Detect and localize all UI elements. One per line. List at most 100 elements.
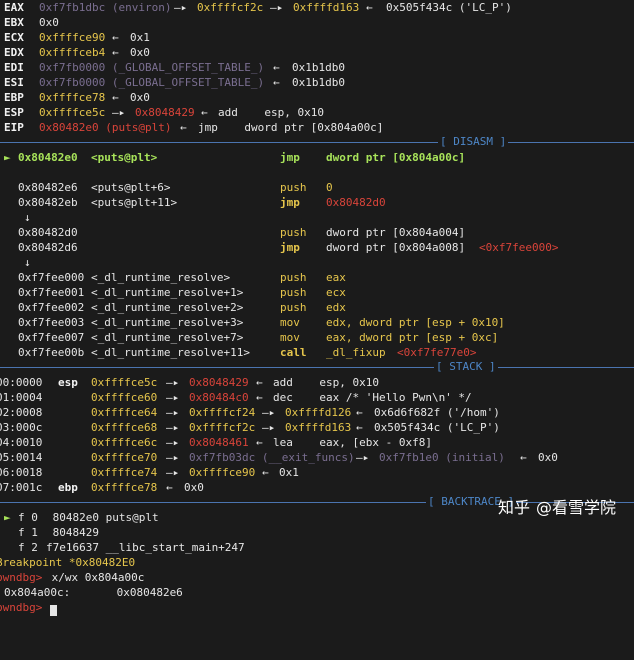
pointer-arrow-icon: ← — [256, 376, 263, 389]
register-name: EAX — [4, 1, 24, 14]
stack-row[interactable]: 00:0000 esp 0xffffce5c —▸ 0x8048429 ← ad… — [0, 375, 634, 390]
stack-offset: 02:0008 — [0, 406, 43, 419]
register-name: EIP — [4, 121, 24, 134]
chain-value: add esp, 0x10 — [218, 106, 324, 119]
backtrace-frame[interactable]: f 2 f7e16637 __libc_start_main+247 — [0, 540, 634, 555]
prompt: pwndbg> — [0, 601, 43, 614]
disasm-row[interactable]: 0xf7fee007 <_dl_runtime_resolve+7> mov e… — [0, 330, 634, 345]
stack-address: 0xffffce78 — [91, 481, 158, 494]
register-name: ESP — [4, 106, 24, 119]
stack-offset: 07:001c — [0, 481, 43, 494]
chain-value: 0x1b1db0 — [292, 76, 345, 89]
instruction-address: 0x80482d6 — [18, 241, 78, 254]
frame-location: f7e16637 __libc_start_main+247 — [46, 541, 245, 554]
pointer-arrow-icon: ← — [356, 421, 363, 434]
disasm-row[interactable]: 0xf7fee00b <_dl_runtime_resolve+11> call… — [0, 345, 634, 360]
disasm-row[interactable]: 0xf7fee000 <_dl_runtime_resolve> push ea… — [0, 270, 634, 285]
register-name: EDI — [4, 61, 24, 74]
disasm-row[interactable]: 0xf7fee002 <_dl_runtime_resolve+2> push … — [0, 300, 634, 315]
instruction-symbol: <puts@plt+6> — [91, 181, 171, 194]
pointer-arrow-icon: —▸ — [112, 106, 126, 119]
chain-value: 0xf7fb03dc (__exit_funcs) — [189, 451, 355, 464]
stack-row[interactable]: 03:000c 0xffffce68 —▸ 0xffffcf2c —▸ 0xff… — [0, 420, 634, 435]
chain-value: 0x1b1db0 — [292, 61, 345, 74]
instruction-address: 0xf7fee001 — [18, 286, 85, 299]
register-value: 0xf7fb1dbc (environ) — [39, 1, 172, 14]
instruction-address: 0xf7fee00b — [18, 346, 85, 359]
instruction-mnemonic: mov — [280, 331, 300, 344]
register-name: EBP — [4, 91, 24, 104]
instruction-address: 0x80482e6 — [18, 181, 78, 194]
current-instruction-icon: ► — [4, 151, 11, 164]
pointer-arrow-icon: —▸ — [262, 406, 276, 419]
chain-value: 0xffffd163 — [285, 421, 352, 434]
prompt: pwndbg> — [0, 571, 43, 584]
instruction-address: 0xf7fee000 — [18, 271, 85, 284]
chain-value: 0x0 — [538, 451, 558, 464]
pointer-arrow-icon: ← — [112, 91, 119, 104]
chain-value: 0x0 — [130, 91, 150, 104]
disasm-row[interactable]: 0x80482d6 jmp dword ptr [0x804a008] <0xf… — [0, 240, 634, 255]
instruction-address: 0xf7fee007 — [18, 331, 85, 344]
disasm-separator: [ DISASM ] — [0, 135, 634, 150]
instruction-mnemonic: jmp — [280, 151, 300, 164]
section-label: BACKTRACE — [441, 495, 501, 508]
stack-row[interactable]: 07:001c ebp 0xffffce78 ← 0x0 — [0, 480, 634, 495]
instruction-mnemonic: push — [280, 271, 307, 284]
instruction-mnemonic: call — [280, 346, 307, 359]
chain-value: add esp, 0x10 — [273, 376, 379, 389]
watermark: 知乎 @看雪学院 — [498, 494, 616, 518]
chain-value: 0x1 — [279, 466, 299, 479]
frame-index: f 2 — [18, 541, 38, 554]
stack-register: ebp — [58, 481, 78, 494]
instruction-operands: _dl_fixup — [326, 346, 386, 359]
instruction-symbol: <_dl_runtime_resolve+11> — [91, 346, 250, 359]
breakpoint-message: Breakpoint *0x80482E0 — [0, 555, 634, 570]
instruction-operands: dword ptr [0x804a00c] — [326, 151, 466, 164]
instruction-symbol: <puts@plt> — [91, 151, 158, 164]
register-row-ecx: ECX 0xffffce90 ← 0x1 — [0, 30, 634, 45]
pointer-arrow-icon: ← — [273, 61, 280, 74]
stack-row[interactable]: 01:0004 0xffffce60 —▸ 0x80484c0 ← dec ea… — [0, 390, 634, 405]
disasm-panel: ► 0x80482e0 <puts@plt> jmp dword ptr [0x… — [0, 150, 634, 360]
chain-value: 0x8048461 — [189, 436, 249, 449]
pointer-arrow-icon: ← — [201, 106, 208, 119]
watermark-site: 知乎 — [497, 498, 530, 517]
disasm-row-current[interactable]: ► 0x80482e0 <puts@plt> jmp dword ptr [0x… — [0, 150, 634, 165]
backtrace-frame[interactable]: f 1 8048429 — [0, 525, 634, 540]
prompt-line[interactable]: pwndbg> — [0, 600, 634, 617]
disasm-row[interactable]: 0xf7fee001 <_dl_runtime_resolve+1> push … — [0, 285, 634, 300]
jump-arrow-row: ↓ — [0, 210, 634, 225]
chain-value: dec eax /* 'Hello Pwn\n' */ — [273, 391, 472, 404]
instruction-operands: edx — [326, 301, 346, 314]
disasm-row[interactable]: 0xf7fee003 <_dl_runtime_resolve+3> mov e… — [0, 315, 634, 330]
pointer-arrow-icon: —▸ — [166, 421, 180, 434]
blank-row — [0, 165, 634, 180]
disasm-row[interactable]: 0x80482eb <puts@plt+11> jmp 0x80482d0 — [0, 195, 634, 210]
jump-arrow-row: ↓ — [0, 255, 634, 270]
chain-value: 0x80484c0 — [189, 391, 249, 404]
pointer-arrow-icon: —▸ — [166, 376, 180, 389]
register-row-edx: EDX 0xffffceb4 ← 0x0 — [0, 45, 634, 60]
stack-row[interactable]: 06:0018 0xffffce74 —▸ 0xffffce90 ← 0x1 — [0, 465, 634, 480]
instruction-operands: 0 — [326, 181, 333, 194]
text-cursor[interactable] — [50, 602, 57, 617]
register-value: 0xffffce78 — [39, 91, 106, 104]
pointer-arrow-icon: ← — [356, 406, 363, 419]
disasm-row[interactable]: 0x80482d0 push dword ptr [0x804a004] — [0, 225, 634, 240]
stack-offset: 05:0014 — [0, 451, 43, 464]
stack-address: 0xffffce5c — [91, 376, 158, 389]
stack-row[interactable]: 05:0014 0xffffce70 —▸ 0xf7fb03dc (__exit… — [0, 450, 634, 465]
instruction-mnemonic: push — [280, 286, 307, 299]
frame-index: f 0 — [18, 511, 38, 524]
pointer-arrow-icon: —▸ — [262, 421, 276, 434]
stack-row[interactable]: 04:0010 0xffffce6c —▸ 0x8048461 ← lea ea… — [0, 435, 634, 450]
stack-row[interactable]: 02:0008 0xffffce64 —▸ 0xffffcf24 —▸ 0xff… — [0, 405, 634, 420]
instruction-operands: dword ptr [0x804a004] — [326, 226, 466, 239]
pointer-arrow-icon: —▸ — [270, 1, 284, 14]
instruction-address: 0xf7fee002 — [18, 301, 85, 314]
disasm-row[interactable]: 0x80482e6 <puts@plt+6> push 0 — [0, 180, 634, 195]
stack-address: 0xffffce64 — [91, 406, 158, 419]
instruction-address: 0x80482d0 — [18, 226, 78, 239]
register-value: 0xffffceb4 — [39, 46, 106, 59]
